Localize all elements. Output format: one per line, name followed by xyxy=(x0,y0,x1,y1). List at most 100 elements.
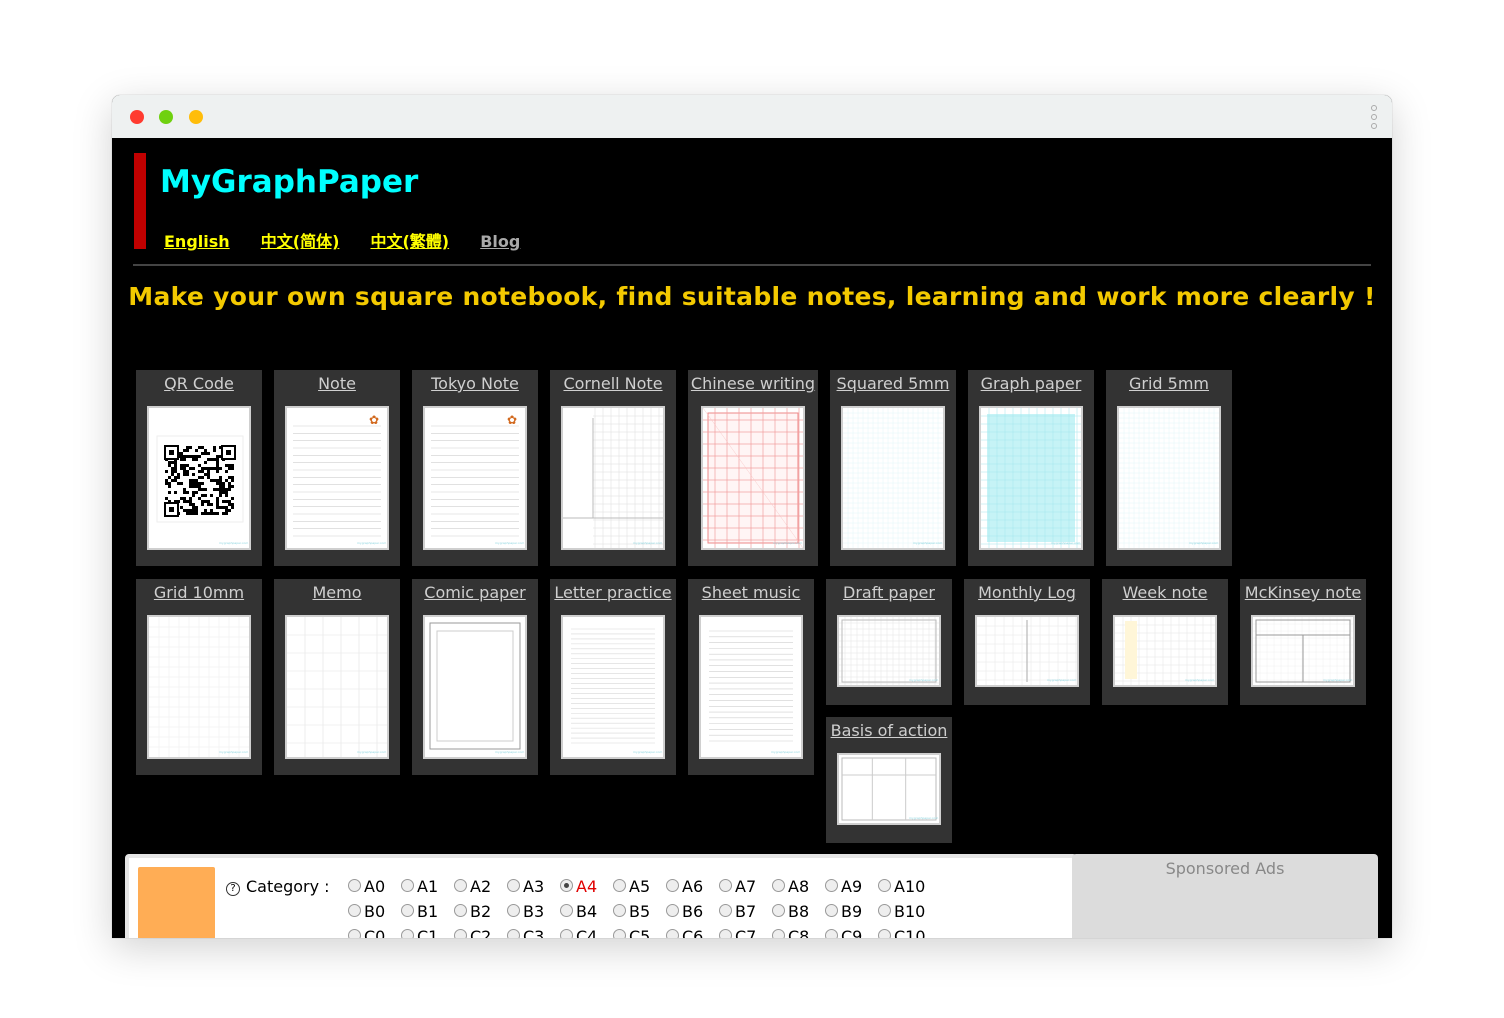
template-thumbnail-draft-paper[interactable]: mygraphpaper.com xyxy=(837,615,941,687)
radio-icon[interactable] xyxy=(560,879,573,892)
template-link-week-note[interactable]: Week note xyxy=(1102,583,1228,602)
template-link-mckinsey-note[interactable]: McKinsey note xyxy=(1240,583,1366,602)
template-thumbnail-tokyo-note[interactable]: ✿ mygraphpaper.com xyxy=(423,406,527,550)
size-option-c7[interactable]: C7 xyxy=(719,927,772,938)
template-link-squared-5mm[interactable]: Squared 5mm xyxy=(830,374,956,393)
size-option-a9[interactable]: A9 xyxy=(825,877,878,896)
radio-icon[interactable] xyxy=(666,879,679,892)
radio-icon[interactable] xyxy=(878,879,891,892)
help-icon[interactable]: ? xyxy=(226,882,240,896)
template-link-memo[interactable]: Memo xyxy=(274,583,400,602)
nav-blog[interactable]: Blog xyxy=(480,232,520,251)
size-option-c6[interactable]: C6 xyxy=(666,927,719,938)
template-thumbnail-sheet-music[interactable]: mygraphpaper.com xyxy=(699,615,803,759)
template-tile-monthly-log[interactable]: Monthly Log mygraphpaper.com xyxy=(964,579,1090,705)
radio-icon[interactable] xyxy=(666,929,679,938)
template-link-monthly-log[interactable]: Monthly Log xyxy=(964,583,1090,602)
template-thumbnail-squared-5mm[interactable]: mygraphpaper.com xyxy=(841,406,945,550)
template-thumbnail-graph-paper[interactable]: mygraphpaper.com xyxy=(979,406,1083,550)
template-tile-week-note[interactable]: Week note mygraphpaper.com xyxy=(1102,579,1228,705)
radio-icon[interactable] xyxy=(878,929,891,938)
radio-icon[interactable] xyxy=(454,879,467,892)
close-window-button[interactable] xyxy=(130,110,144,124)
size-option-c9[interactable]: C9 xyxy=(825,927,878,938)
template-link-graph-paper[interactable]: Graph paper xyxy=(968,374,1094,393)
template-link-basis-of-action[interactable]: Basis of action xyxy=(826,721,952,740)
size-option-a4[interactable]: A4 xyxy=(560,877,613,896)
template-link-note[interactable]: Note xyxy=(274,374,400,393)
radio-icon[interactable] xyxy=(878,904,891,917)
size-option-c10[interactable]: C10 xyxy=(878,927,931,938)
size-option-a10[interactable]: A10 xyxy=(878,877,931,896)
template-tile-basis-of-action[interactable]: Basis of action mygraphpaper.com xyxy=(826,717,952,843)
radio-icon[interactable] xyxy=(348,879,361,892)
template-tile-grid-5mm[interactable]: Grid 5mm mygraphpaper.com xyxy=(1106,370,1232,566)
radio-icon[interactable] xyxy=(401,929,414,938)
size-option-a0[interactable]: A0 xyxy=(348,877,401,896)
size-option-c3[interactable]: C3 xyxy=(507,927,560,938)
nav-chinese-simplified[interactable]: 中文(简体) xyxy=(261,232,340,251)
template-tile-cornell-note[interactable]: Cornell Note mygraphpaper.com xyxy=(550,370,676,566)
template-tile-qr-code[interactable]: QR Code mygraphpaper.com xyxy=(136,370,262,566)
radio-icon[interactable] xyxy=(719,904,732,917)
template-thumbnail-chinese-writing[interactable]: mygraphpaper.com xyxy=(701,406,805,550)
size-option-b7[interactable]: B7 xyxy=(719,902,772,921)
size-option-b8[interactable]: B8 xyxy=(772,902,825,921)
template-thumbnail-qr-code[interactable]: mygraphpaper.com xyxy=(147,406,251,550)
size-option-a7[interactable]: A7 xyxy=(719,877,772,896)
template-tile-squared-5mm[interactable]: Squared 5mm mygraphpaper.com xyxy=(830,370,956,566)
color-swatch[interactable] xyxy=(138,867,215,938)
template-thumbnail-monthly-log[interactable]: mygraphpaper.com xyxy=(975,615,1079,687)
radio-icon[interactable] xyxy=(401,904,414,917)
size-option-c1[interactable]: C1 xyxy=(401,927,454,938)
radio-icon[interactable] xyxy=(507,904,520,917)
template-tile-grid-10mm[interactable]: Grid 10mm mygraphpaper.com xyxy=(136,579,262,775)
radio-icon[interactable] xyxy=(825,879,838,892)
radio-icon[interactable] xyxy=(666,904,679,917)
size-option-b1[interactable]: B1 xyxy=(401,902,454,921)
radio-icon[interactable] xyxy=(613,879,626,892)
template-tile-memo[interactable]: Memo mygraphpaper.com xyxy=(274,579,400,775)
size-option-b6[interactable]: B6 xyxy=(666,902,719,921)
size-option-a5[interactable]: A5 xyxy=(613,877,666,896)
radio-icon[interactable] xyxy=(613,929,626,938)
template-thumbnail-week-note[interactable]: mygraphpaper.com xyxy=(1113,615,1217,687)
template-thumbnail-mckinsey-note[interactable]: mygraphpaper.com xyxy=(1251,615,1355,687)
size-option-a1[interactable]: A1 xyxy=(401,877,454,896)
template-link-draft-paper[interactable]: Draft paper xyxy=(826,583,952,602)
template-thumbnail-comic-paper[interactable]: mygraphpaper.com xyxy=(423,615,527,759)
size-option-a2[interactable]: A2 xyxy=(454,877,507,896)
more-options-icon[interactable] xyxy=(1370,105,1378,129)
size-option-b0[interactable]: B0 xyxy=(348,902,401,921)
radio-icon[interactable] xyxy=(719,929,732,938)
radio-icon[interactable] xyxy=(454,929,467,938)
template-link-grid-5mm[interactable]: Grid 5mm xyxy=(1106,374,1232,393)
template-thumbnail-basis-of-action[interactable]: mygraphpaper.com xyxy=(837,753,941,825)
size-option-c4[interactable]: C4 xyxy=(560,927,613,938)
template-tile-chinese-writing[interactable]: Chinese writing mygraphpaper.com xyxy=(688,370,818,566)
size-option-b9[interactable]: B9 xyxy=(825,902,878,921)
maximize-window-button[interactable] xyxy=(189,110,203,124)
radio-icon[interactable] xyxy=(507,879,520,892)
radio-icon[interactable] xyxy=(507,929,520,938)
size-option-a3[interactable]: A3 xyxy=(507,877,560,896)
template-tile-mckinsey-note[interactable]: McKinsey note mygraphpaper.com xyxy=(1240,579,1366,705)
size-option-c0[interactable]: C0 xyxy=(348,927,401,938)
template-thumbnail-note[interactable]: ✿ mygraphpaper.com xyxy=(285,406,389,550)
template-tile-graph-paper[interactable]: Graph paper mygraphpaper.com xyxy=(968,370,1094,566)
template-link-chinese-writing[interactable]: Chinese writing xyxy=(688,374,818,393)
template-tile-draft-paper[interactable]: Draft paper mygraphpaper.com xyxy=(826,579,952,705)
template-thumbnail-cornell-note[interactable]: mygraphpaper.com xyxy=(561,406,665,550)
template-link-comic-paper[interactable]: Comic paper xyxy=(412,583,538,602)
template-link-qr-code[interactable]: QR Code xyxy=(136,374,262,393)
size-option-c5[interactable]: C5 xyxy=(613,927,666,938)
size-option-c8[interactable]: C8 xyxy=(772,927,825,938)
template-link-sheet-music[interactable]: Sheet music xyxy=(688,583,814,602)
template-link-tokyo-note[interactable]: Tokyo Note xyxy=(412,374,538,393)
nav-english[interactable]: English xyxy=(164,232,230,251)
radio-icon[interactable] xyxy=(454,904,467,917)
template-tile-letter-practice[interactable]: Letter practice mygraphpaper.com xyxy=(550,579,676,775)
size-option-b10[interactable]: B10 xyxy=(878,902,931,921)
radio-icon[interactable] xyxy=(560,904,573,917)
size-option-b5[interactable]: B5 xyxy=(613,902,666,921)
